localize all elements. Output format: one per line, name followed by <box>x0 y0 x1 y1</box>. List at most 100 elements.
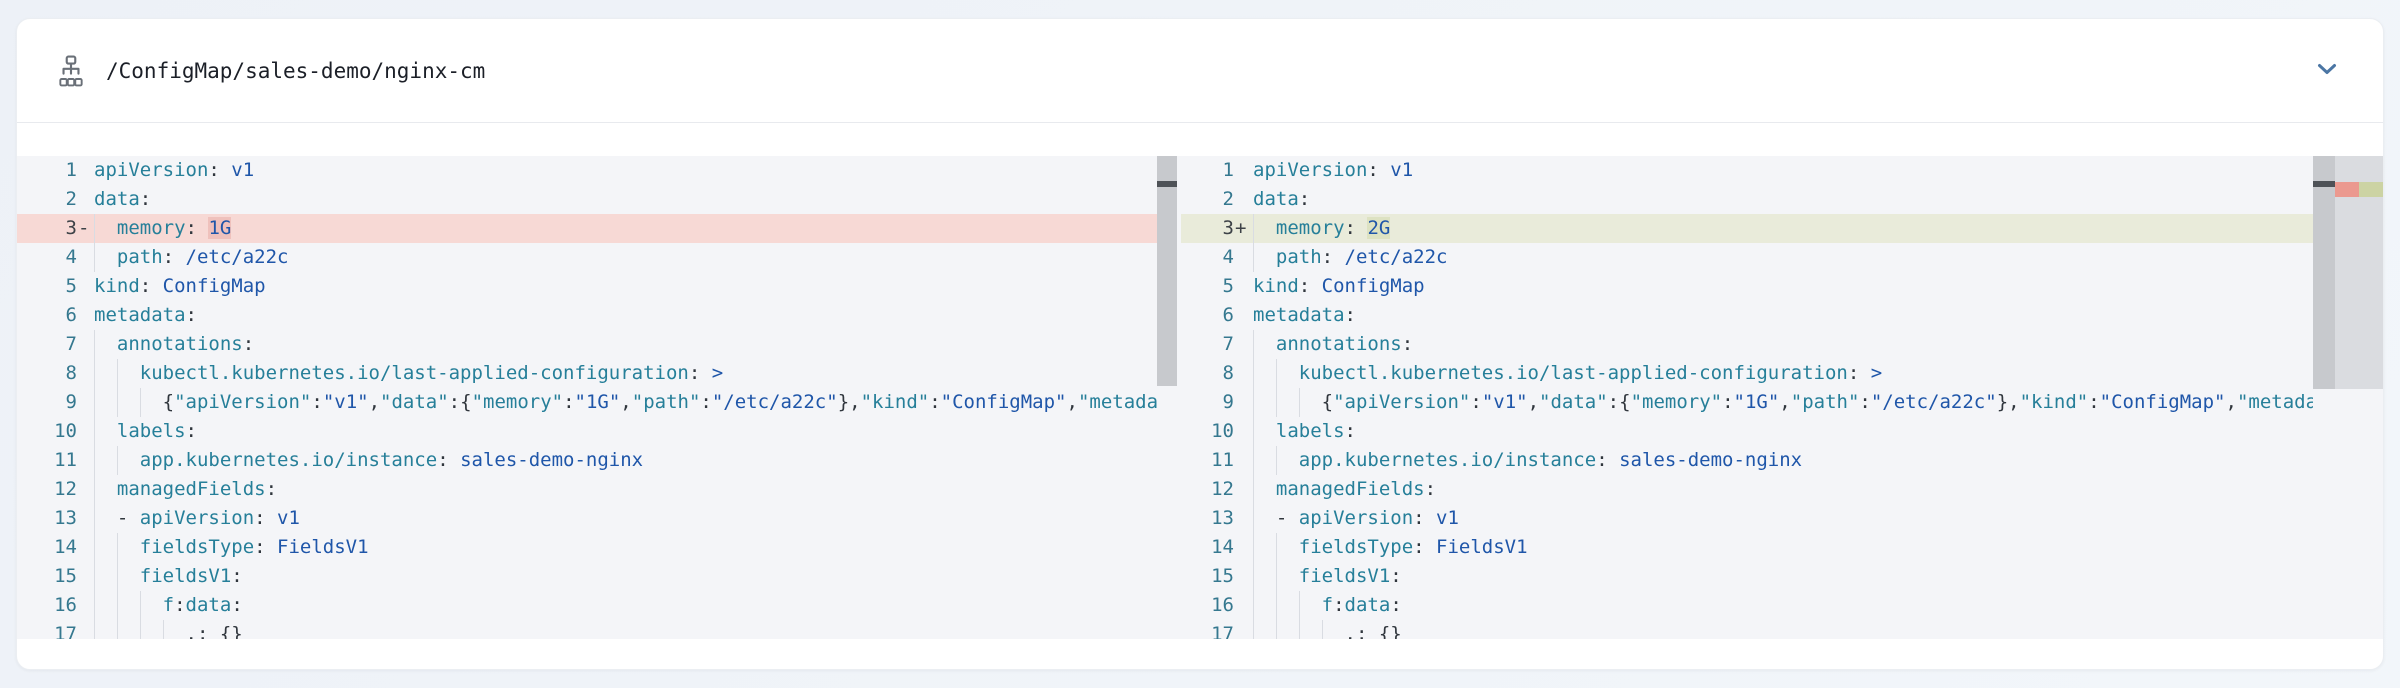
code-line: 11 app.kubernetes.io/instance: sales-dem… <box>17 446 1157 475</box>
diff-sign <box>77 185 94 214</box>
code-line: 9 {"apiVersion":"v1","data":{"memory":"1… <box>17 388 1157 417</box>
code-text: .: {} <box>94 620 1157 639</box>
line-number: 15 <box>17 562 77 591</box>
diff-position-marker <box>2313 181 2335 187</box>
collapse-chevron-button[interactable] <box>2305 49 2349 93</box>
code-line: 12 managedFields: <box>17 475 1157 504</box>
code-text: - apiVersion: v1 <box>94 504 1157 533</box>
code-text: fieldsType: FieldsV1 <box>94 533 1157 562</box>
indent-guide <box>1253 620 1254 639</box>
indent-guide <box>94 504 95 533</box>
line-number: 12 <box>1181 475 1234 504</box>
diff-sign <box>77 330 94 359</box>
line-number: 14 <box>1181 533 1234 562</box>
diff-sign <box>1234 475 1253 504</box>
code-text: metadata: <box>1253 301 2313 330</box>
line-number: 15 <box>1181 562 1234 591</box>
diff-sign <box>77 156 94 185</box>
code-line: 14 fieldsType: FieldsV1 <box>1181 533 2313 562</box>
scrollbar-thumb[interactable] <box>1157 156 1177 386</box>
indent-guide <box>1253 214 1254 243</box>
code-text: fieldsType: FieldsV1 <box>1253 533 2313 562</box>
line-number: 3 <box>17 214 77 243</box>
code-line: 16 f:data: <box>1181 591 2313 620</box>
code-text: kubectl.kubernetes.io/last-applied-confi… <box>1253 359 2313 388</box>
code-line: 17 .: {} <box>1181 620 2313 639</box>
modified-lines: 1apiVersion: v12data:3+ memory: 2G4 path… <box>1181 156 2313 639</box>
diff-sign: + <box>1234 214 1253 243</box>
line-number: 8 <box>17 359 77 388</box>
diff-sign <box>1234 533 1253 562</box>
code-line: 15 fieldsV1: <box>1181 562 2313 591</box>
indent-guide <box>1253 504 1254 533</box>
removed-line-marker <box>2335 182 2359 197</box>
code-line: 10 labels: <box>17 417 1157 446</box>
indent-guide <box>94 533 95 562</box>
code-text: f:data: <box>94 591 1157 620</box>
code-text: apiVersion: v1 <box>1253 156 2313 185</box>
code-line: 7 annotations: <box>1181 330 2313 359</box>
line-number: 12 <box>17 475 77 504</box>
diff-sign <box>1234 272 1253 301</box>
diff-sign <box>1234 504 1253 533</box>
line-number: 6 <box>1181 301 1234 330</box>
code-line: 15 fieldsV1: <box>17 562 1157 591</box>
diff-card-header: /ConfigMap/sales-demo/nginx-cm <box>17 19 2383 123</box>
diff-sign <box>1234 591 1253 620</box>
indent-guide <box>1253 475 1254 504</box>
line-number: 9 <box>17 388 77 417</box>
code-text: .: {} <box>1253 620 2313 639</box>
diff-sign <box>1234 330 1253 359</box>
code-line: 1apiVersion: v1 <box>1181 156 2313 185</box>
code-line: 2data: <box>17 185 1157 214</box>
code-text: f:data: <box>1253 591 2313 620</box>
code-text: kind: ConfigMap <box>1253 272 2313 301</box>
indent-guide <box>140 591 141 620</box>
line-number: 10 <box>17 417 77 446</box>
indent-guide <box>94 562 95 591</box>
line-number: 17 <box>1181 620 1234 639</box>
original-scrollbar[interactable] <box>1157 156 1177 639</box>
code-line: 3- memory: 1G <box>17 214 1157 243</box>
yaml-diff-editor: 1apiVersion: v12data:3- memory: 1G4 path… <box>17 156 2383 639</box>
diff-pane-modified[interactable]: 1apiVersion: v12data:3+ memory: 2G4 path… <box>1181 156 2383 639</box>
diff-sign <box>77 562 94 591</box>
code-line: 11 app.kubernetes.io/instance: sales-dem… <box>1181 446 2313 475</box>
line-number: 2 <box>17 185 77 214</box>
code-text: {"apiVersion":"v1","data":{"memory":"1G"… <box>94 388 1157 417</box>
code-line: 14 fieldsType: FieldsV1 <box>17 533 1157 562</box>
indent-guide <box>1299 591 1300 620</box>
code-text: path: /etc/a22c <box>1253 243 2313 272</box>
code-line: 4 path: /etc/a22c <box>1181 243 2313 272</box>
indent-guide <box>94 243 95 272</box>
indent-guide <box>1299 388 1300 417</box>
code-line: 6metadata: <box>17 301 1157 330</box>
line-number: 5 <box>1181 272 1234 301</box>
indent-guide <box>1276 562 1277 591</box>
diff-sign <box>77 591 94 620</box>
indent-guide <box>94 359 95 388</box>
indent-guide <box>1276 388 1277 417</box>
modified-scrollbar-zone[interactable] <box>2313 156 2383 639</box>
code-text: labels: <box>94 417 1157 446</box>
diff-pane-original[interactable]: 1apiVersion: v12data:3- memory: 1G4 path… <box>17 156 1177 639</box>
sitemap-icon <box>58 55 84 87</box>
code-text: metadata: <box>94 301 1157 330</box>
scrollbar-thumb[interactable] <box>2313 156 2335 389</box>
line-number: 3 <box>1181 214 1234 243</box>
line-number: 10 <box>1181 417 1234 446</box>
line-number: 1 <box>17 156 77 185</box>
diff-sign: - <box>77 214 94 243</box>
code-line: 16 f:data: <box>17 591 1157 620</box>
indent-guide <box>94 446 95 475</box>
indent-guide <box>117 359 118 388</box>
code-text: fieldsV1: <box>1253 562 2313 591</box>
diff-sign <box>1234 359 1253 388</box>
original-lines: 1apiVersion: v12data:3- memory: 1G4 path… <box>17 156 1157 639</box>
code-line: 4 path: /etc/a22c <box>17 243 1157 272</box>
indent-guide <box>117 562 118 591</box>
indent-guide <box>1322 620 1323 639</box>
indent-guide <box>117 533 118 562</box>
diff-sign <box>1234 562 1253 591</box>
line-number: 2 <box>1181 185 1234 214</box>
